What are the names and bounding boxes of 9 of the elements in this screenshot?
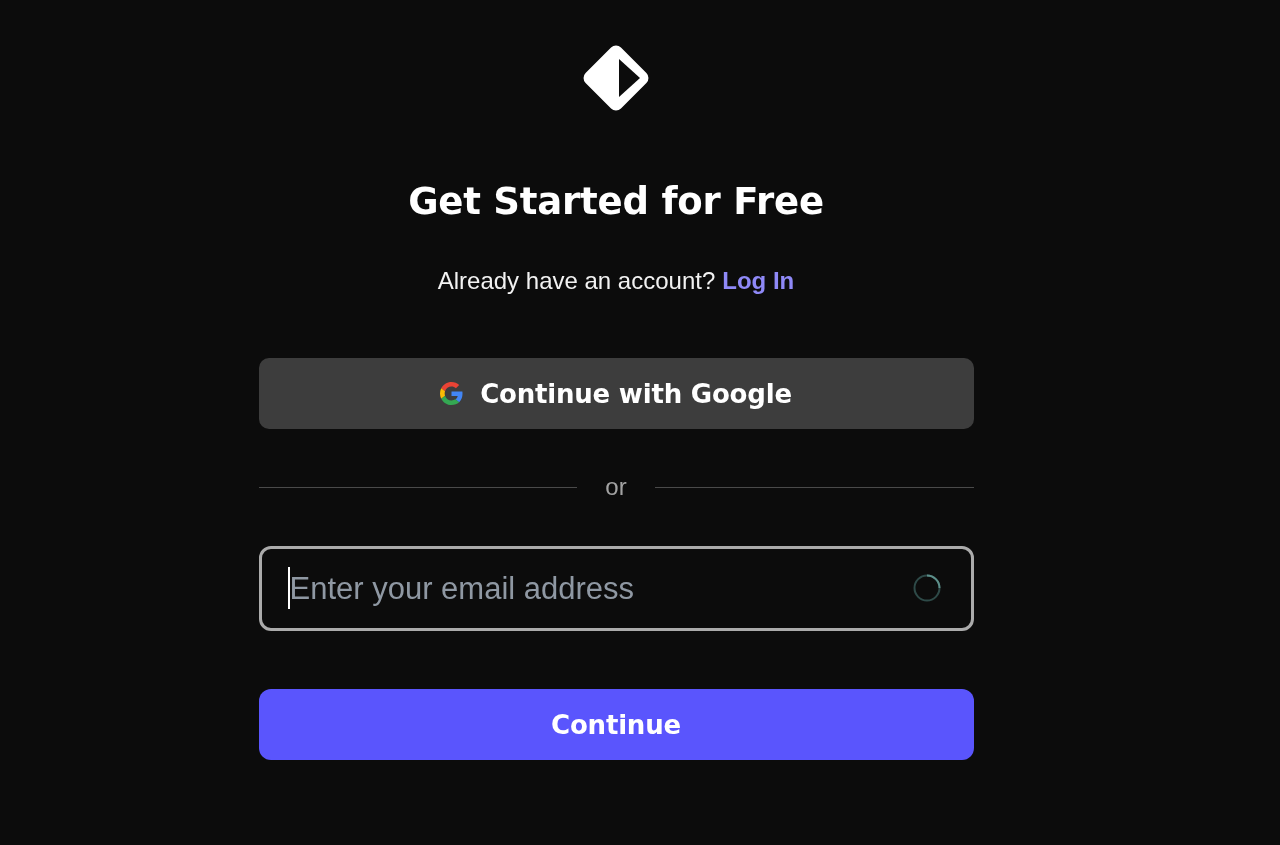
page-heading: Get Started for Free [408, 180, 824, 224]
continue-button[interactable]: Continue [258, 689, 974, 760]
text-cursor-icon [287, 567, 290, 609]
login-link[interactable]: Log In [722, 267, 795, 295]
login-prompt-text: Already have an account? [437, 267, 716, 295]
google-signin-button[interactable]: Continue with Google [258, 358, 974, 429]
google-g-icon [440, 382, 464, 405]
email-input-field[interactable]: Enter your email address [258, 546, 974, 631]
divider-label: or [605, 473, 627, 501]
